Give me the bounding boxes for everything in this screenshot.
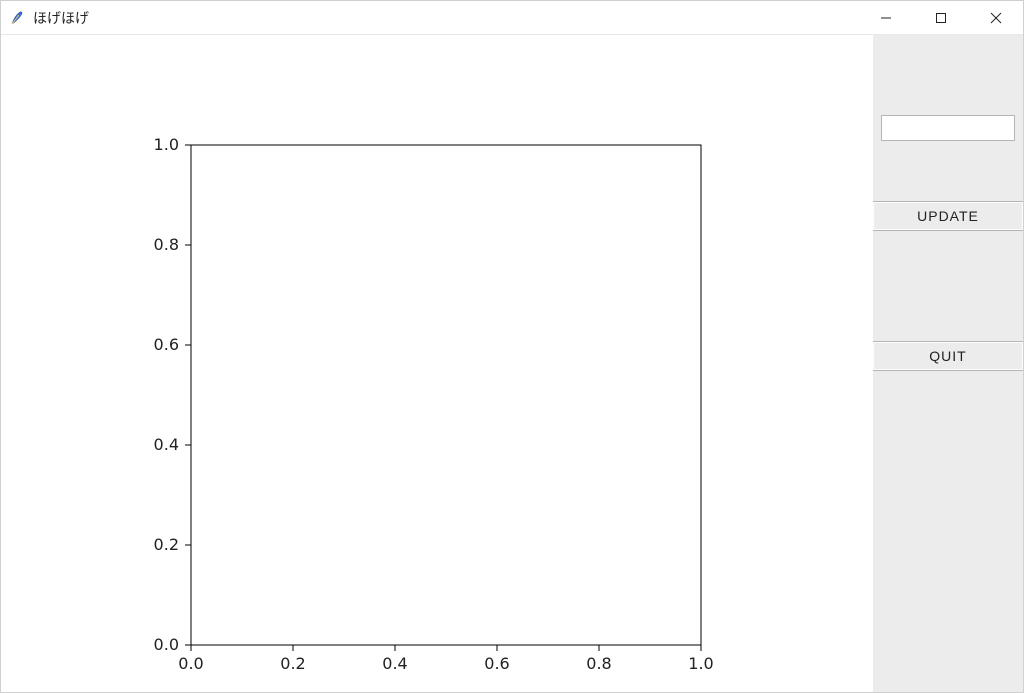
close-button[interactable]: [968, 1, 1023, 34]
svg-text:0.0: 0.0: [178, 654, 203, 673]
svg-text:1.0: 1.0: [154, 135, 179, 154]
svg-text:0.4: 0.4: [382, 654, 407, 673]
quit-button[interactable]: QUIT: [873, 341, 1023, 371]
svg-text:0.6: 0.6: [484, 654, 509, 673]
tk-feather-icon: [9, 10, 25, 26]
maximize-button[interactable]: [913, 1, 968, 34]
svg-text:0.6: 0.6: [154, 335, 179, 354]
svg-text:0.2: 0.2: [280, 654, 305, 673]
chart: 0.0 0.2 0.4 0.6 0.8 1.0 0.0 0.2 0.4 0.6 0.8 1.0: [61, 105, 761, 685]
plot-canvas: 0.0 0.2 0.4 0.6 0.8 1.0 0.0 0.2 0.4 0.6 0.8 1.0: [1, 35, 873, 692]
app-window: ほげほげ 0.0 0.2 0.4 0.6 0.8 1.0 0.0 0.2 0.4 0.6 0.8 1.…: [0, 0, 1024, 693]
minimize-button[interactable]: [858, 1, 913, 34]
svg-text:0.8: 0.8: [154, 235, 179, 254]
window-title: ほげほげ: [33, 8, 89, 28]
svg-text:0.4: 0.4: [154, 435, 179, 454]
sidebar: UPDATE QUIT: [873, 35, 1023, 692]
titlebar: ほげほげ: [1, 1, 1023, 35]
content-area: 0.0 0.2 0.4 0.6 0.8 1.0 0.0 0.2 0.4 0.6 0.8 1.0 UPD…: [1, 35, 1023, 692]
svg-text:0.2: 0.2: [154, 535, 179, 554]
update-button[interactable]: UPDATE: [873, 201, 1023, 231]
text-entry[interactable]: [881, 115, 1015, 141]
window-controls: [858, 1, 1023, 34]
svg-text:0.0: 0.0: [154, 635, 179, 654]
svg-text:1.0: 1.0: [688, 654, 713, 673]
svg-text:0.8: 0.8: [586, 654, 611, 673]
